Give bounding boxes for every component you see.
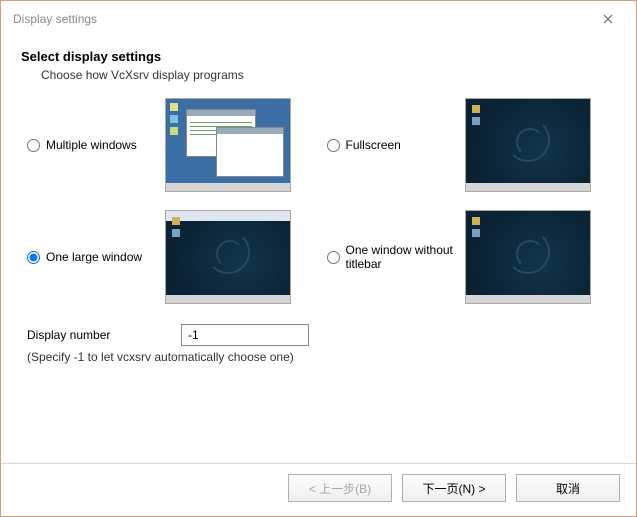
radio-input-fullscreen[interactable]: [327, 139, 340, 152]
option-multiple-windows: Multiple windows: [27, 98, 317, 192]
close-icon: [603, 14, 613, 24]
option-one-large-window: One large window: [27, 210, 317, 304]
wizard-footer: < 上一步(B) 下一页(N) > 取消: [1, 463, 636, 516]
thumb-one-large-window: [165, 210, 291, 304]
radio-label-fullscreen: Fullscreen: [346, 138, 401, 152]
display-number-hint: (Specify -1 to let vcxsrv automatically …: [27, 350, 616, 364]
option-no-titlebar: One window without titlebar: [327, 210, 617, 304]
radio-input-multiple-windows[interactable]: [27, 139, 40, 152]
radio-fullscreen[interactable]: Fullscreen: [327, 138, 457, 152]
display-number-input[interactable]: [181, 324, 309, 346]
titlebar: Display settings: [1, 1, 636, 37]
thumb-multiple-windows: [165, 98, 291, 192]
radio-no-titlebar[interactable]: One window without titlebar: [327, 243, 457, 271]
radio-input-no-titlebar[interactable]: [327, 251, 340, 264]
radio-label-one-large-window: One large window: [46, 250, 142, 264]
content-area: Select display settings Choose how VcXsr…: [1, 37, 636, 463]
wizard-window: Display settings Select display settings…: [0, 0, 637, 517]
radio-multiple-windows[interactable]: Multiple windows: [27, 138, 157, 152]
thumb-fullscreen: [465, 98, 591, 192]
close-button[interactable]: [590, 7, 626, 31]
page-subheading: Choose how VcXsrv display programs: [41, 68, 616, 82]
radio-label-no-titlebar: One window without titlebar: [346, 243, 457, 271]
display-mode-options: Multiple windows Fullscreen: [27, 98, 616, 304]
cancel-button[interactable]: 取消: [516, 474, 620, 502]
radio-input-one-large-window[interactable]: [27, 251, 40, 264]
page-heading: Select display settings: [21, 49, 616, 64]
display-number-row: Display number: [27, 324, 616, 346]
option-fullscreen: Fullscreen: [327, 98, 617, 192]
display-number-label: Display number: [27, 328, 171, 342]
next-button[interactable]: 下一页(N) >: [402, 474, 506, 502]
radio-one-large-window[interactable]: One large window: [27, 250, 157, 264]
window-title: Display settings: [11, 12, 97, 26]
thumb-no-titlebar: [465, 210, 591, 304]
back-button: < 上一步(B): [288, 474, 392, 502]
radio-label-multiple-windows: Multiple windows: [46, 138, 137, 152]
